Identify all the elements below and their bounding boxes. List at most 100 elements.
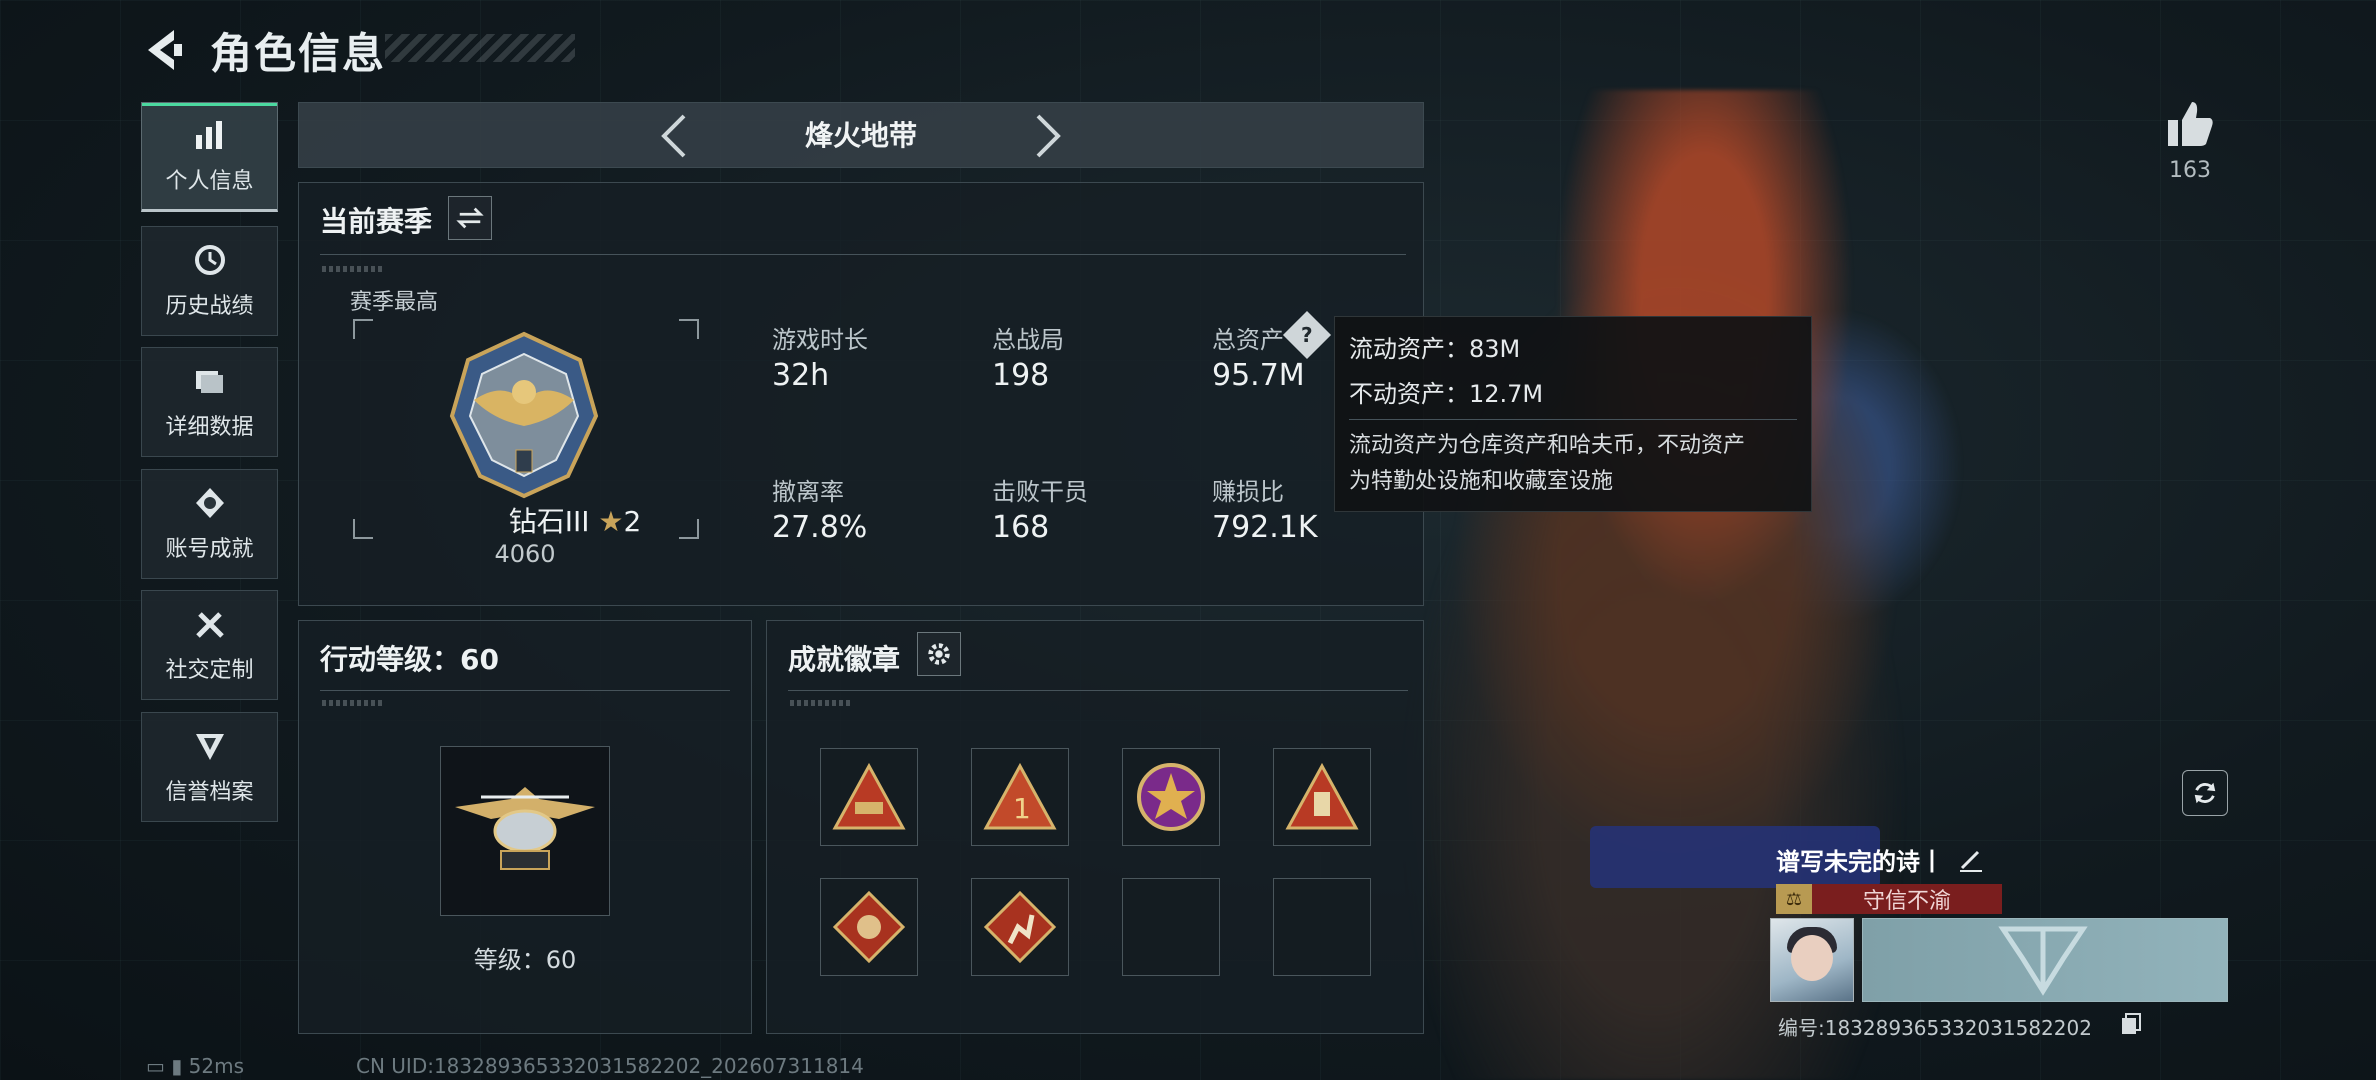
battery-icon: ▭ [146, 1054, 165, 1078]
banner-emblem-icon [1998, 926, 2088, 996]
badge-slot[interactable]: 1 [971, 748, 1069, 846]
season-switch-button[interactable] [448, 196, 492, 240]
sidebar-item-achievements[interactable]: 账号成就 [141, 469, 278, 579]
stat-value: 27.8% [772, 510, 868, 545]
stat-label: 击败干员 [992, 478, 1088, 506]
honor-title-bar: ⚖ 守信不渝 [1776, 884, 2002, 914]
tools-icon [195, 612, 224, 638]
sidebar-item-label: 社交定制 [165, 658, 254, 683]
helicopter-emblem-icon [455, 787, 595, 870]
diamond-rank-emblem-icon [449, 331, 599, 499]
dragon-badge-icon [832, 890, 906, 964]
folder-icon [195, 371, 223, 393]
rank-points: 4060 [494, 540, 556, 568]
season-title: 当前赛季 [320, 205, 433, 238]
player-name: 谱写未完的诗丨 [1776, 848, 1944, 876]
stat-label: 撤离率 [772, 478, 844, 506]
decoration [322, 700, 382, 706]
signal-icon: ▮ [171, 1054, 183, 1078]
star-shield-badge-icon [1137, 763, 1205, 831]
sidebar-item-label: 详细数据 [165, 415, 254, 440]
badges-settings-button[interactable] [917, 632, 961, 676]
season-best-label: 赛季最高 [350, 290, 439, 315]
assets-tooltip: 流动资产：83M 不动资产：12.7M 流动资产为仓库资产和哈夫币，不动资产 为… [1334, 316, 1812, 512]
reputation-icon [195, 734, 224, 760]
stat-value: 198 [992, 358, 1050, 393]
rock-hand-badge-icon [1285, 762, 1359, 830]
badge-slot-empty[interactable] [1273, 878, 1371, 976]
tooltip-description-line2: 为特勤处设施和收藏室设施 [1349, 469, 1614, 494]
tooltip-description-line1: 流动资产为仓库资产和哈夫币，不动资产 [1349, 433, 1746, 458]
title-decoration [385, 34, 575, 62]
badge-slot[interactable] [1273, 748, 1371, 846]
action-level-title: 行动等级：60 [320, 643, 499, 676]
sidebar-item-label: 账号成就 [165, 537, 254, 562]
sidebar-item-personal-info[interactable]: 个人信息 [141, 102, 278, 212]
mode-title: 烽火地带 [804, 119, 917, 152]
network-status: ▭ ▮ 52ms [146, 1054, 244, 1078]
sidebar-item-social[interactable]: 社交定制 [141, 590, 278, 700]
rank-name-row: 钻石III ★2 [450, 500, 700, 540]
sidebar-item-history[interactable]: 历史战绩 [141, 226, 278, 336]
ping-value: 52ms [188, 1054, 244, 1078]
rank-name: 钻石III [508, 505, 590, 538]
stat-value: 32h [772, 358, 830, 393]
badge-slot-empty[interactable] [1122, 878, 1220, 976]
stat-label: 赚损比 [1212, 478, 1284, 506]
edit-pencil-icon[interactable] [1956, 844, 1986, 874]
badge-slot[interactable] [820, 878, 918, 976]
camel-badge-icon [832, 762, 906, 830]
rank-stars: 2 [623, 505, 642, 538]
footer-uid: CN UID:18328936533203158220​2_2026073118… [356, 1054, 864, 1078]
sidebar-item-reputation[interactable]: 信誉档案 [141, 712, 278, 822]
divider [788, 690, 1408, 691]
stat-label: 总战局 [992, 326, 1064, 354]
thumbs-up-icon[interactable] [2162, 96, 2218, 152]
stat-label: 总资产 [1212, 326, 1284, 354]
stat-value: 792.1K [1212, 510, 1318, 545]
decoration [322, 266, 382, 272]
achievement-icon [195, 488, 224, 518]
sidebar-item-detail-data[interactable]: 详细数据 [141, 347, 278, 457]
back-arrow-icon [148, 30, 182, 70]
back-button[interactable] [140, 22, 188, 78]
stat-label: 游戏时长 [772, 326, 868, 354]
chevron-right-icon [1036, 114, 1061, 158]
refresh-button[interactable] [2182, 770, 2228, 816]
avatar[interactable] [1770, 918, 1854, 1002]
sidebar-item-label: 历史战绩 [165, 294, 254, 319]
gear-icon [928, 643, 950, 665]
divider [320, 254, 1406, 255]
action-level-text: 等级：60 [473, 946, 577, 974]
decoration [790, 700, 850, 706]
divider [1349, 419, 1797, 420]
player-id: 编号:18328936533203158220​2 [1778, 1016, 2092, 1040]
runner-badge-icon [983, 890, 1057, 964]
badge-slot[interactable] [971, 878, 1069, 976]
divider [320, 690, 730, 691]
sidebar-item-label: 个人信息 [165, 169, 254, 194]
stat-value: 168 [992, 510, 1050, 545]
mode-next-button[interactable] [1022, 108, 1072, 164]
stat-value: 95.7M [1212, 358, 1305, 393]
badges-title: 成就徽章 [788, 643, 901, 676]
svg-text:1: 1 [1013, 792, 1031, 825]
action-level-emblem-frame [440, 746, 610, 916]
tooltip-liquid-assets: 流动资产：83M [1349, 335, 1521, 363]
honor-title: 守信不渝 [1862, 889, 1951, 914]
refresh-icon [2194, 782, 2216, 804]
profile-banner [1862, 918, 2228, 1002]
sidebar-item-label: 信誉档案 [165, 780, 254, 805]
copy-icon[interactable] [2120, 1012, 2142, 1036]
star-icon: ★ [598, 505, 624, 538]
rank-one-badge-icon: 1 [983, 762, 1057, 830]
swap-icon [456, 207, 484, 229]
chevron-left-icon [661, 114, 686, 158]
scales-icon: ⚖ [1776, 884, 1812, 914]
mode-prev-button[interactable] [650, 108, 700, 164]
bar-chart-icon [195, 121, 222, 149]
badge-slot[interactable] [1122, 748, 1220, 846]
badge-slot[interactable] [820, 748, 918, 846]
clock-history-icon [194, 245, 225, 275]
like-count: 163 [2169, 158, 2211, 183]
